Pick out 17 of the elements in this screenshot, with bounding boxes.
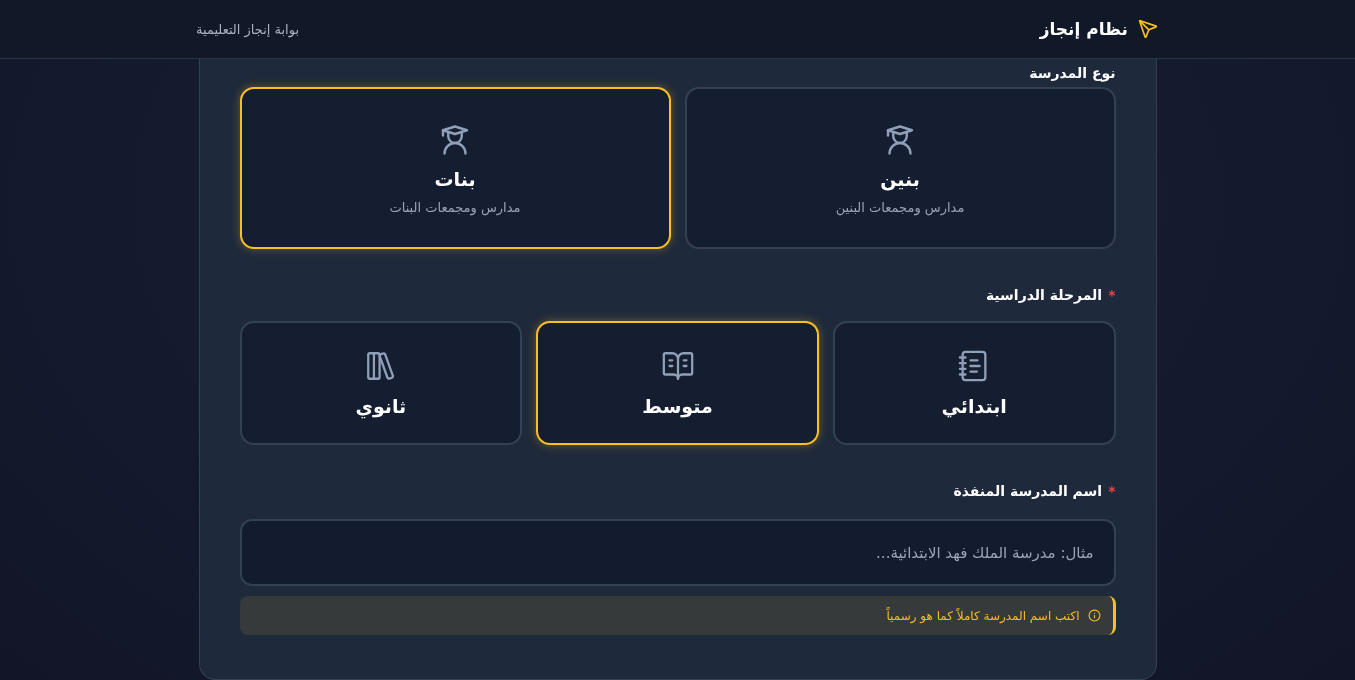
field-label: اسم المدرسة المنفذة bbox=[953, 483, 1103, 499]
stage-option[interactable]: ثانوي bbox=[239, 321, 523, 445]
school-name-field[interactable]: مثال: مدرسة الملك فهد الابتدائية... bbox=[239, 519, 1116, 586]
school-type-option[interactable]: بنات مدارس ومجمعات البنات bbox=[239, 87, 671, 249]
required-mark: * bbox=[1108, 483, 1116, 499]
field-label: نوع المدرسة bbox=[1029, 65, 1116, 81]
open-book-icon bbox=[660, 349, 695, 383]
hint-text: اكتب اسم المدرسة كاملاً كما هو رسمياً bbox=[886, 608, 1080, 623]
required-mark: * bbox=[1108, 287, 1116, 303]
app-title: نظام إنجاز bbox=[1039, 19, 1128, 39]
stage-option[interactable]: متوسط bbox=[536, 321, 819, 445]
field-label: المرحلة الدراسية bbox=[985, 287, 1103, 303]
portal-subtitle: بوابة إنجاز التعليمية bbox=[196, 21, 300, 37]
send-icon bbox=[1138, 19, 1158, 39]
info-icon bbox=[1087, 609, 1101, 622]
school-type-option[interactable]: بنين مدارس ومجمعات البنين bbox=[684, 87, 1116, 249]
stage-option[interactable]: ابتدائي bbox=[832, 321, 1116, 445]
